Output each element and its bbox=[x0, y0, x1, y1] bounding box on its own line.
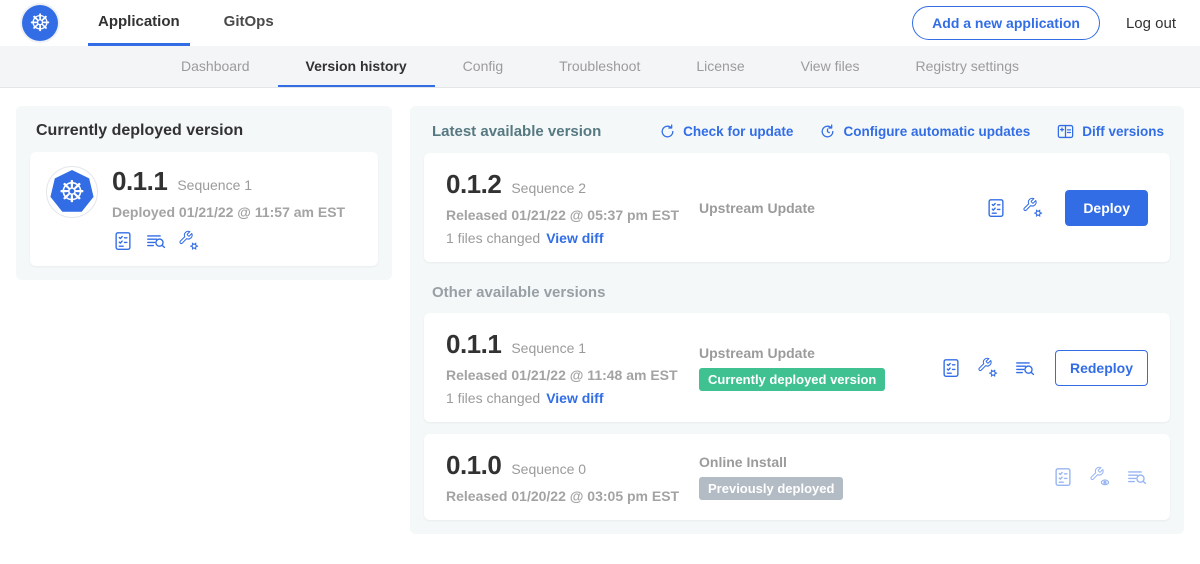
subnav-tab-view-files[interactable]: View files bbox=[773, 46, 888, 87]
view-config-icon[interactable] bbox=[1089, 466, 1111, 488]
deployed-version-card: ☸ 0.1.1 Sequence 1 Deployed 01/21/22 @ 1… bbox=[30, 152, 378, 266]
deployed-actions bbox=[112, 230, 345, 252]
subnav-tab-troubleshoot[interactable]: Troubleshoot bbox=[531, 46, 668, 87]
tab-application-label: Application bbox=[98, 13, 180, 30]
subnav-tab-label: Dashboard bbox=[181, 58, 250, 74]
subnav-tab-registry-settings[interactable]: Registry settings bbox=[888, 46, 1047, 87]
version-source: Upstream Update bbox=[681, 200, 985, 216]
currently-deployed-panel: Currently deployed version ☸ 0.1.1 Seque… bbox=[16, 106, 392, 280]
add-application-button[interactable]: Add a new application bbox=[912, 6, 1100, 40]
subnav-tab-label: Troubleshoot bbox=[559, 58, 640, 74]
view-diff-link[interactable]: View diff bbox=[546, 230, 603, 246]
version-number: 0.1.1 bbox=[446, 329, 501, 360]
header-spacer bbox=[308, 0, 912, 46]
config-icon[interactable] bbox=[977, 357, 999, 379]
tab-gitops[interactable]: GitOps bbox=[214, 0, 284, 46]
previously-deployed-badge: Previously deployed bbox=[699, 477, 843, 500]
subnav-tab-dashboard[interactable]: Dashboard bbox=[153, 46, 278, 87]
version-sequence: Sequence 0 bbox=[511, 461, 586, 477]
version-actions bbox=[1052, 466, 1148, 488]
currently-deployed-title: Currently deployed version bbox=[36, 122, 378, 140]
redeploy-button[interactable]: Redeploy bbox=[1055, 350, 1148, 386]
subnav-tab-label: License bbox=[696, 58, 744, 74]
deployed-timestamp: Deployed 01/21/22 @ 11:57 am EST bbox=[112, 204, 345, 220]
files-changed-label: 1 files changed bbox=[446, 390, 540, 406]
version-source: Upstream Update Currently deployed versi… bbox=[681, 345, 940, 391]
configure-automatic-updates-link[interactable]: Configure automatic updates bbox=[819, 123, 1030, 140]
deployed-sequence: Sequence 1 bbox=[177, 177, 252, 193]
version-actions: Redeploy bbox=[940, 350, 1148, 386]
version-card: 0.1.0 Sequence 0 Released 01/20/22 @ 03:… bbox=[424, 434, 1170, 520]
view-diff-link[interactable]: View diff bbox=[546, 390, 603, 406]
deployed-version-body: 0.1.1 Sequence 1 Deployed 01/21/22 @ 11:… bbox=[112, 166, 345, 252]
source-label: Upstream Update bbox=[699, 345, 815, 361]
app-subnav: Dashboard Version history Config Trouble… bbox=[0, 46, 1200, 88]
version-source: Online Install Previously deployed bbox=[681, 454, 1052, 500]
subnav-tab-label: Registry settings bbox=[916, 58, 1019, 74]
logs-icon[interactable] bbox=[1014, 357, 1036, 379]
released-timestamp: Released 01/21/22 @ 05:37 pm EST bbox=[446, 207, 681, 223]
subnav-tab-version-history[interactable]: Version history bbox=[278, 46, 435, 87]
version-info: 0.1.2 Sequence 2 Released 01/21/22 @ 05:… bbox=[446, 169, 681, 246]
files-changed-label: 1 files changed bbox=[446, 230, 540, 246]
other-available-title: Other available versions bbox=[432, 284, 1170, 301]
subnav-tab-label: Config bbox=[463, 58, 503, 74]
diff-versions-label: Diff versions bbox=[1082, 124, 1164, 139]
source-label: Upstream Update bbox=[699, 200, 815, 216]
version-sequence: Sequence 1 bbox=[511, 340, 586, 356]
release-notes-icon[interactable] bbox=[1052, 466, 1074, 488]
deployed-version-number: 0.1.1 bbox=[112, 166, 167, 197]
check-for-update-link[interactable]: Check for update bbox=[659, 123, 793, 140]
release-notes-icon[interactable] bbox=[985, 197, 1007, 219]
tab-application[interactable]: Application bbox=[88, 0, 190, 46]
logs-icon[interactable] bbox=[1126, 466, 1148, 488]
subnav-tab-label: Version history bbox=[306, 58, 407, 74]
logs-icon[interactable] bbox=[145, 230, 167, 252]
release-notes-icon[interactable] bbox=[940, 357, 962, 379]
top-header: ☸ Application GitOps Add a new applicati… bbox=[0, 0, 1200, 46]
subnav-tab-label: View files bbox=[801, 58, 860, 74]
config-icon[interactable] bbox=[1022, 197, 1044, 219]
logout-link[interactable]: Log out bbox=[1126, 15, 1176, 32]
diff-icon bbox=[1056, 122, 1075, 141]
currently-deployed-badge: Currently deployed version bbox=[699, 368, 885, 391]
version-actions: Deploy bbox=[985, 190, 1148, 226]
released-timestamp: Released 01/20/22 @ 03:05 pm EST bbox=[446, 488, 681, 504]
auto-update-icon bbox=[819, 123, 836, 140]
main-content: Currently deployed version ☸ 0.1.1 Seque… bbox=[0, 88, 1200, 534]
header-tabs: Application GitOps bbox=[88, 0, 308, 46]
kubernetes-helm-icon: ☸ bbox=[22, 5, 58, 41]
version-card: 0.1.2 Sequence 2 Released 01/21/22 @ 05:… bbox=[424, 153, 1170, 262]
version-info: 0.1.0 Sequence 0 Released 01/20/22 @ 03:… bbox=[446, 450, 681, 504]
latest-available-title: Latest available version bbox=[432, 123, 633, 140]
tab-gitops-label: GitOps bbox=[224, 13, 274, 30]
config-icon[interactable] bbox=[178, 230, 200, 252]
source-label: Online Install bbox=[699, 454, 787, 470]
released-timestamp: Released 01/21/22 @ 11:48 am EST bbox=[446, 367, 681, 383]
check-for-update-label: Check for update bbox=[683, 124, 793, 139]
deploy-button[interactable]: Deploy bbox=[1065, 190, 1148, 226]
available-versions-panel: Latest available version Check for updat… bbox=[410, 106, 1184, 534]
app-logo: ☸ bbox=[46, 166, 98, 218]
available-versions-header: Latest available version Check for updat… bbox=[424, 120, 1170, 141]
version-sequence: Sequence 2 bbox=[511, 180, 586, 196]
refresh-icon bbox=[659, 123, 676, 140]
version-number: 0.1.2 bbox=[446, 169, 501, 200]
version-number: 0.1.0 bbox=[446, 450, 501, 481]
kubernetes-helm-icon: ☸ bbox=[47, 167, 97, 217]
subnav-tab-config[interactable]: Config bbox=[435, 46, 531, 87]
diff-versions-link[interactable]: Diff versions bbox=[1056, 122, 1164, 141]
version-card: 0.1.1 Sequence 1 Released 01/21/22 @ 11:… bbox=[424, 313, 1170, 422]
configure-automatic-updates-label: Configure automatic updates bbox=[843, 124, 1030, 139]
subnav-tab-license[interactable]: License bbox=[668, 46, 772, 87]
release-notes-icon[interactable] bbox=[112, 230, 134, 252]
version-info: 0.1.1 Sequence 1 Released 01/21/22 @ 11:… bbox=[446, 329, 681, 406]
